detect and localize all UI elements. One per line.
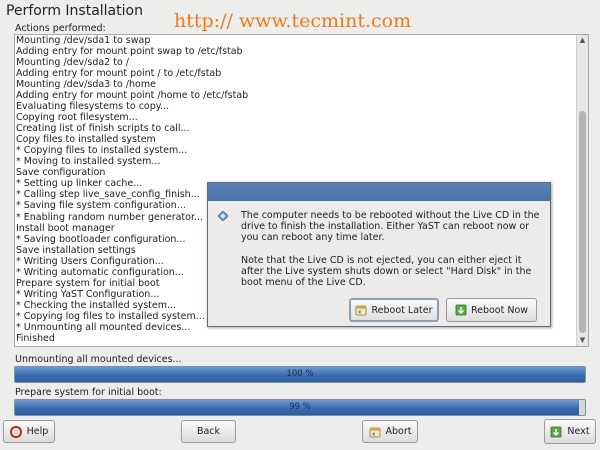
progress-text-prepare: 99 %	[289, 402, 311, 412]
log-line: Adding entry for mount point swap to /et…	[16, 46, 243, 58]
log-line: Adding entry for mount point /home to /e…	[16, 90, 249, 102]
log-line: Mounting /dev/sda1 to swap	[16, 35, 151, 46]
dialog-titlebar[interactable]	[208, 183, 550, 201]
help-button[interactable]: Help	[3, 420, 55, 443]
scroll-thumb[interactable]	[579, 111, 586, 333]
next-label: Next	[567, 426, 590, 437]
progress-label-unmount: Unmounting all mounted devices...	[15, 354, 182, 365]
log-line: Copy files to installed system	[16, 134, 156, 146]
window-title: Perform Installation	[6, 3, 143, 19]
reboot-dialog: The computer needs to be rebooted withou…	[207, 182, 551, 327]
log-line: Mounting /dev/sda3 to /home	[16, 79, 156, 91]
abort-icon	[369, 427, 380, 437]
progress-text-unmount: 100 %	[286, 369, 314, 379]
next-arrow-icon	[551, 426, 562, 437]
reboot-later-button[interactable]: Reboot Later	[349, 298, 439, 322]
back-button[interactable]: Back	[181, 420, 236, 443]
actions-performed-label: Actions performed:	[15, 23, 106, 34]
progress-bar-unmount: 100 %	[14, 366, 586, 383]
dialog-message: The computer needs to be rebooted withou…	[241, 210, 546, 288]
watermark-text: http:// www.tecmint.com	[174, 10, 412, 32]
log-scrollbar[interactable]: ▲ ▼	[576, 35, 588, 346]
help-label: Help	[26, 426, 49, 437]
log-line: Save configuration	[16, 167, 106, 179]
reboot-later-label: Reboot Later	[371, 304, 433, 316]
next-button[interactable]: Next	[544, 419, 596, 444]
log-line: Creating list of finish scripts to call.…	[16, 123, 190, 135]
help-lifebuoy-icon	[9, 425, 22, 438]
back-label: Back	[196, 426, 221, 437]
reboot-later-icon	[356, 305, 367, 316]
scroll-down-arrow-icon[interactable]: ▼	[577, 335, 588, 346]
reboot-now-button[interactable]: Reboot Now	[446, 298, 537, 322]
progress-bar-prepare: 99 %	[14, 399, 586, 416]
dialog-message-eject: Note that the Live CD is not ejected, yo…	[241, 254, 532, 289]
reboot-now-label: Reboot Now	[470, 304, 529, 316]
log-line: Copying root filesystem...	[16, 112, 138, 124]
abort-button[interactable]: Abort	[362, 420, 418, 443]
log-line: Adding entry for mount point / to /etc/f…	[16, 68, 222, 80]
log-line: Mounting /dev/sda2 to /	[16, 57, 130, 69]
info-diamond-icon	[218, 211, 228, 221]
progress-label-prepare: Prepare system for initial boot:	[15, 387, 162, 398]
reboot-now-icon	[455, 304, 467, 316]
dialog-message-reboot: The computer needs to be rebooted withou…	[241, 210, 540, 244]
scroll-up-arrow-icon[interactable]: ▲	[577, 35, 588, 46]
log-line: * Moving to installed system...	[16, 156, 161, 168]
log-line: Evaluating filesystems to copy...	[16, 101, 170, 113]
log-line: * Copying files to installed system...	[16, 145, 188, 157]
log-line: Finished	[16, 332, 55, 344]
abort-label: Abort	[385, 426, 412, 437]
